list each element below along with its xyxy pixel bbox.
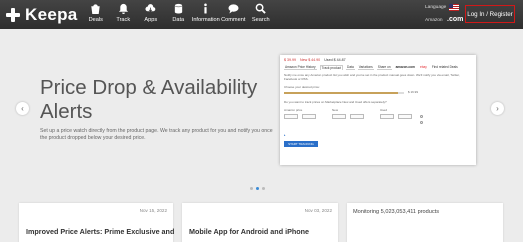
- mockup-input: [380, 114, 394, 119]
- nav-item-deals[interactable]: Deals: [82, 3, 110, 23]
- amazon-domain-select[interactable]: .com: [447, 16, 463, 23]
- mockup-col-used: Used: [380, 108, 388, 112]
- nav-label: Deals: [88, 17, 103, 23]
- carousel-prev-button[interactable]: ‹: [16, 102, 29, 115]
- keepa-logo[interactable]: Keepa: [6, 5, 78, 25]
- price-row: $ 39.99 New $ 44.90 Used $ 44.87: [284, 58, 346, 62]
- mockup-tab: Track product: [319, 65, 344, 70]
- mockup-input: [284, 114, 298, 119]
- price-slider: [284, 92, 404, 94]
- amazon-label: Amazon: [425, 18, 443, 23]
- top-navbar: Keepa Deals Track Apps Data Information …: [0, 0, 523, 29]
- mockup-more-options: ▸: [284, 133, 286, 137]
- hero-headline: Price Drop & Availability Alerts: [40, 76, 258, 123]
- card-title[interactable]: Mobile App for Android and iPhone: [189, 227, 309, 236]
- mockup-radio: [420, 115, 423, 118]
- nav-item-comment[interactable]: Comment: [220, 3, 248, 23]
- login-register-button[interactable]: Log In / Register: [465, 5, 515, 23]
- mockup-tab: Share on: [376, 65, 392, 70]
- nav-label: Data: [172, 17, 185, 23]
- price-new: New $ 44.90: [300, 58, 321, 62]
- deals-bag-icon: [91, 4, 100, 14]
- search-icon: [255, 3, 266, 14]
- mockup-input: [332, 114, 346, 119]
- cloud-download-icon: [145, 4, 156, 12]
- product-page-screenshot: $ 39.99 New $ 44.90 Used $ 44.87 Amazon …: [280, 55, 476, 165]
- ebay-logo: ebay: [419, 65, 427, 69]
- card-date: Nov 03, 2022: [304, 208, 332, 213]
- us-flag-icon[interactable]: [449, 4, 459, 11]
- chevron-right-icon: ›: [496, 104, 499, 113]
- slider-value: $ 16.99: [408, 90, 419, 94]
- nav-label: Search: [251, 17, 270, 23]
- mockup-input: [398, 114, 412, 119]
- card-date: Nov 15, 2022: [139, 208, 167, 213]
- mockup-intro: Notify me once any Amazon product list y…: [284, 73, 460, 81]
- mockup-list-sellers: Do you want to track prices on Marketpla…: [284, 100, 387, 104]
- carousel-dot[interactable]: [262, 187, 265, 190]
- nav-item-data[interactable]: Data: [165, 3, 193, 23]
- nav-item-search[interactable]: Search: [247, 3, 275, 23]
- nav-label: Comment: [221, 17, 246, 23]
- nav-item-information[interactable]: Information: [192, 3, 220, 23]
- products-monitored-count: Monitoring 5,023,053,411 products: [353, 209, 440, 215]
- chat-bubble-icon: [228, 4, 239, 14]
- news-card[interactable]: Nov 03, 2022 Mobile App for Android and …: [182, 203, 338, 242]
- mockup-tab: Find related Deals: [431, 65, 458, 69]
- language-label: Language: [425, 5, 447, 10]
- nav-item-apps[interactable]: Apps: [137, 3, 165, 23]
- news-card[interactable]: Nov 15, 2022 Improved Price Alerts: Prim…: [19, 203, 174, 242]
- mockup-col-amazon: Amazon price: [284, 108, 303, 112]
- info-icon: [204, 3, 208, 14]
- nav-item-track[interactable]: Track: [110, 3, 138, 23]
- logo-text: Keepa: [25, 5, 78, 24]
- hero-description: Set up a price watch directly from the p…: [40, 128, 273, 141]
- nav-label: Apps: [144, 17, 158, 23]
- stats-card: Monitoring 5,023,053,411 products: [347, 203, 503, 242]
- bell-icon: [118, 3, 128, 14]
- mockup-choose-price: Choose your desired price:: [284, 85, 320, 89]
- nav-label: Track: [116, 17, 131, 23]
- mockup-radio: [420, 121, 423, 124]
- chevron-left-icon: ‹: [21, 104, 24, 113]
- price-used: Used $ 44.87: [324, 58, 346, 62]
- mockup-col-new: New: [332, 108, 339, 112]
- main-menu: Deals Track Apps Data Information Commen…: [82, 3, 275, 23]
- price-amazon: $ 39.99: [284, 58, 296, 62]
- mockup-tab: Amazon Price History: [284, 65, 317, 70]
- carousel-indicators: [250, 187, 265, 190]
- carousel-dot[interactable]: [250, 187, 253, 190]
- mockup-tabs: Amazon Price History Track product Data …: [284, 65, 459, 70]
- mockup-input: [302, 114, 316, 119]
- amazon-logo: amazon.com: [395, 65, 415, 69]
- database-icon: [174, 3, 182, 14]
- keepa-cross-icon: [6, 8, 20, 22]
- mockup-input: [350, 114, 364, 119]
- mockup-start-tracking-button: START TRACKING: [284, 141, 318, 147]
- carousel-next-button[interactable]: ›: [491, 102, 504, 115]
- mockup-tab: Variations: [357, 65, 374, 70]
- card-title[interactable]: Improved Price Alerts: Prime Exclusive a…: [26, 227, 174, 236]
- mockup-tab: Data: [346, 65, 355, 70]
- nav-label: Information: [191, 17, 220, 23]
- carousel-dot[interactable]: [256, 187, 259, 190]
